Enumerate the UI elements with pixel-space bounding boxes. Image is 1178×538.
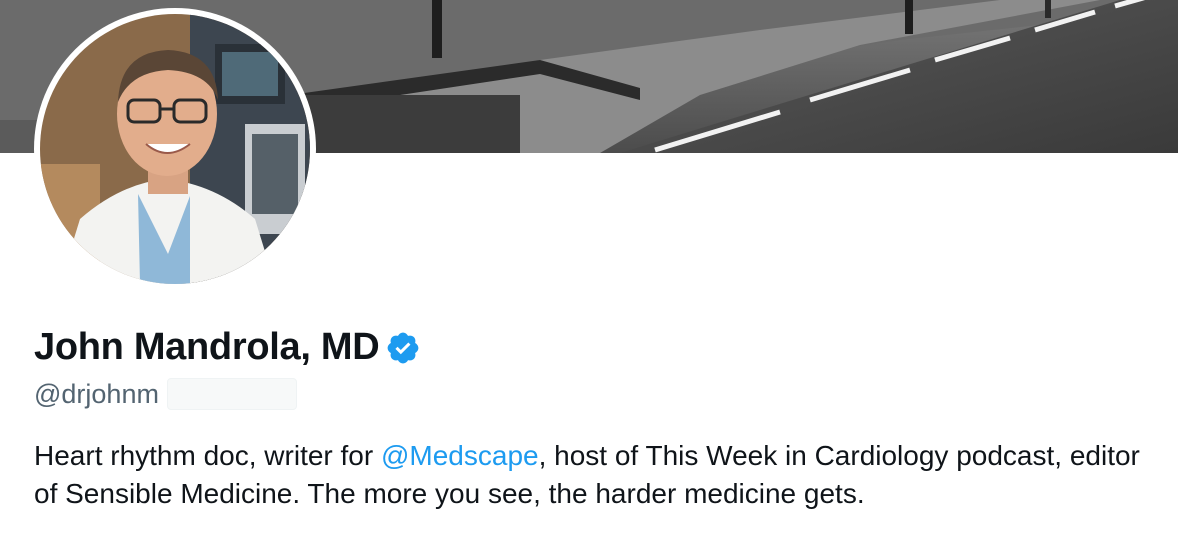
- display-name: John Mandrola, MD: [34, 325, 380, 368]
- profile-name-row: John Mandrola, MD: [34, 322, 421, 372]
- verified-badge-icon[interactable]: [385, 330, 421, 366]
- profile-handle-row: @drjohnm: [34, 376, 297, 412]
- profile-avatar[interactable]: [34, 8, 316, 290]
- avatar-photo: [40, 14, 310, 284]
- follows-you-badge: [166, 378, 297, 410]
- profile-handle: @drjohnm: [34, 378, 159, 409]
- bio-mention-link[interactable]: @Medscape: [381, 440, 539, 471]
- profile-bio: Heart rhythm doc, writer for @Medscape, …: [34, 437, 1164, 513]
- bio-text-start: Heart rhythm doc, writer for: [34, 440, 381, 471]
